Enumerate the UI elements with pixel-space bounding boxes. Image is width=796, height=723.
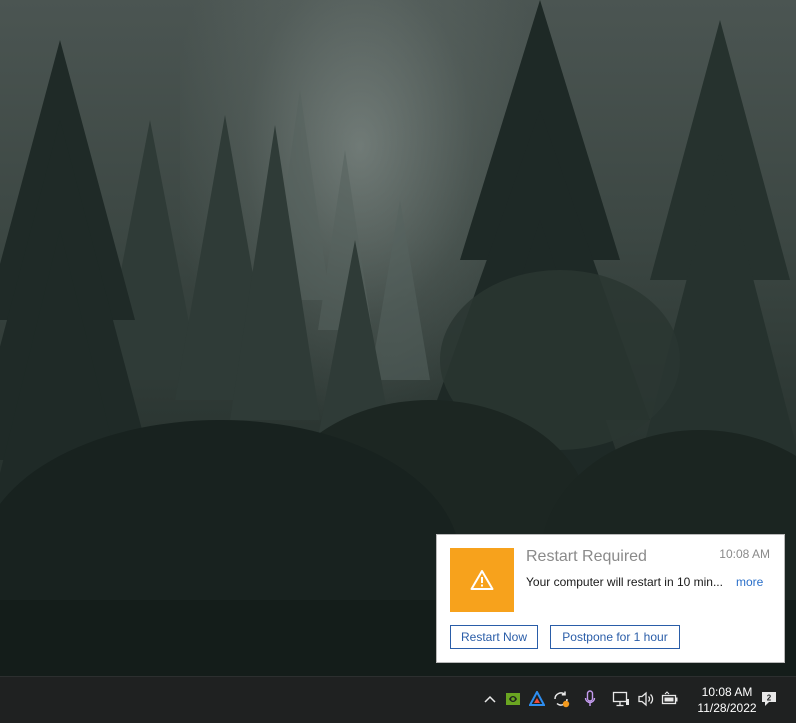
toast-timestamp: 10:08 AM (719, 547, 770, 561)
battery-icon[interactable] (660, 689, 680, 709)
restart-now-button[interactable]: Restart Now (450, 625, 538, 649)
notification-count: 2 (767, 694, 772, 703)
volume-icon[interactable] (636, 689, 656, 709)
postpone-button[interactable]: Postpone for 1 hour (550, 625, 680, 649)
toast-icon-tile (450, 548, 514, 612)
chevron-up-icon[interactable] (480, 689, 500, 709)
clock-date: 11/28/2022 (697, 701, 757, 715)
taskbar-clock[interactable]: 10:08 AM 11/28/2022 (690, 684, 764, 716)
sync-icon[interactable] (551, 689, 571, 709)
toast-message: Your computer will restart in 10 min... (526, 575, 723, 589)
warning-icon (470, 570, 494, 590)
network-icon[interactable] (611, 689, 631, 709)
toast-title: Restart Required (526, 548, 647, 565)
notification-center-icon[interactable]: 2 (759, 689, 779, 709)
microphone-icon[interactable] (580, 689, 600, 709)
more-link[interactable]: more (736, 575, 763, 589)
restart-notification-toast[interactable]: Restart Required 10:08 AM Your computer … (436, 534, 785, 663)
taskbar: 10:08 AM 11/28/2022 2 (0, 676, 796, 723)
clock-time: 10:08 AM (701, 685, 753, 699)
nvidia-icon[interactable] (503, 689, 523, 709)
app-triangle-icon[interactable] (527, 689, 547, 709)
